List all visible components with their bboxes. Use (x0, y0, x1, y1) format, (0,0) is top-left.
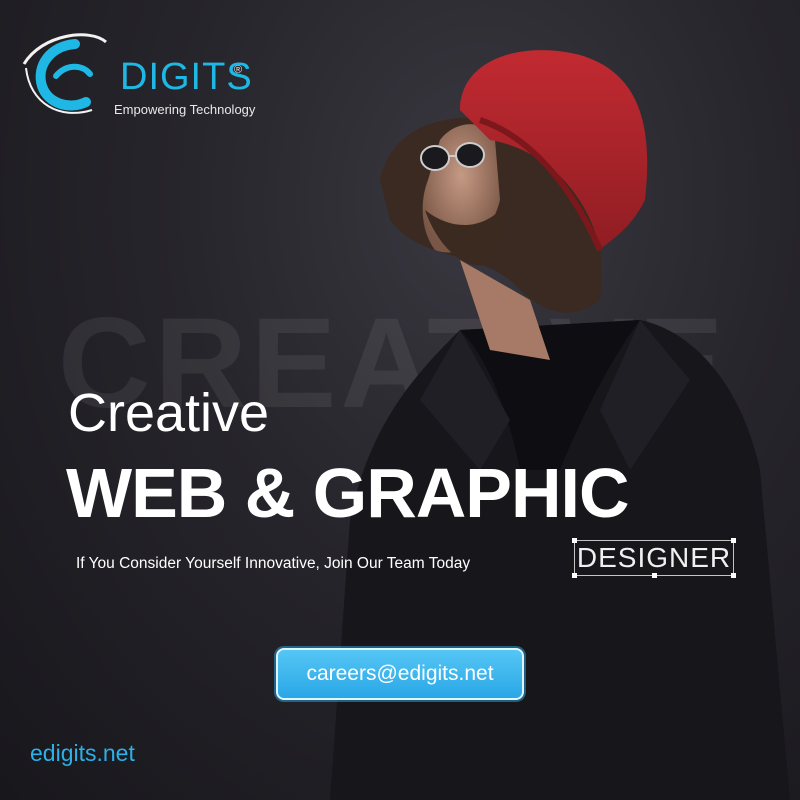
selection-handle (572, 538, 577, 543)
registered-mark: ® (234, 64, 243, 76)
brand-name: DIGITS (120, 56, 253, 98)
recruitment-tagline: If You Consider Yourself Innovative, Joi… (76, 555, 471, 572)
selection-handle (652, 573, 657, 578)
selection-handle (731, 538, 736, 543)
edigits-logo: DIGITS ® Empowering Technology (20, 24, 260, 124)
designer-label: DESIGNER (572, 538, 736, 578)
selection-handle (572, 573, 577, 578)
headline-creative: Creative (68, 383, 270, 443)
careers-email-button[interactable]: careers@edigits.net (276, 648, 524, 700)
selection-handle (731, 573, 736, 578)
job-poster: DIGITS ® Empowering Technology CREATIVE (0, 0, 800, 800)
designer-text: DESIGNER (576, 542, 732, 573)
website-url[interactable]: edigits.net (30, 740, 135, 767)
brand-tagline: Empowering Technology (114, 102, 256, 117)
headline-main: WEB & GRAPHIC (66, 454, 630, 532)
